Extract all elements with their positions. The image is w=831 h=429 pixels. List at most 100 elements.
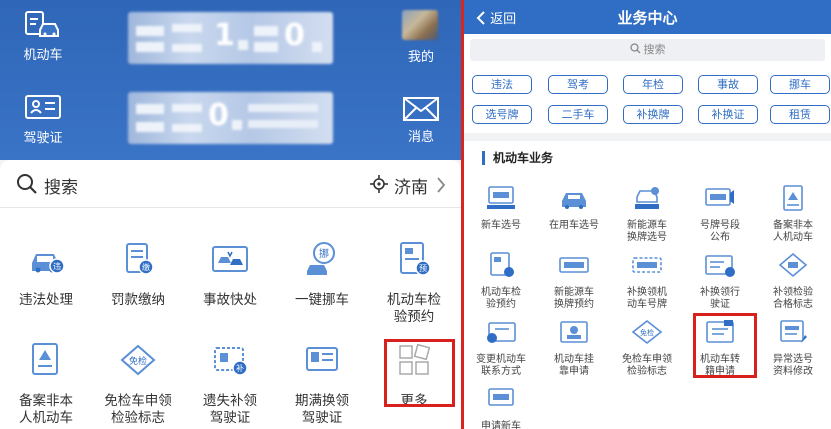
grid-item-replace-license[interactable]: 补 遗失补领 驾驶证 (184, 340, 276, 427)
highlight-box-more (384, 339, 455, 407)
tag-replace-plate[interactable]: 补换牌 (623, 105, 683, 124)
service-new-car-plate[interactable]: 新车选号 (464, 185, 538, 232)
grid-item-inspection[interactable]: 预 机动车检 验预约 (368, 239, 460, 326)
chevron-right-icon (437, 177, 446, 193)
exempt-mark-icon: 免检 (631, 319, 663, 345)
tag-violation[interactable]: 违法 (472, 75, 532, 94)
right-business-center-panel: 返回 业务中心 搜索 违法 驾考 年检 事故 挪车 选号牌 二手车 补换牌 补换… (464, 0, 831, 429)
city-selector[interactable]: 济南 (394, 173, 428, 198)
tag-replace-license[interactable]: 补换证 (698, 105, 758, 124)
search-placeholder: 搜索 (44, 178, 78, 198)
register-vehicle-icon (783, 185, 803, 211)
new-car-plate-icon (487, 186, 515, 209)
renew-license-icon (306, 347, 338, 371)
vehicle-tab-label: 机动车 (23, 48, 63, 63)
svg-text:免检: 免检 (640, 328, 654, 337)
service-label: 新车选号 (481, 220, 521, 231)
service-affiliation[interactable]: 机动车挂 靠申请 (537, 319, 611, 378)
fine-icon: 缴 (126, 243, 154, 275)
tag-accident[interactable]: 事故 (698, 75, 758, 94)
service-label: 免检车申领 检验标志 (622, 354, 672, 377)
tag-move-car[interactable]: 挪车 (770, 75, 830, 94)
replace-license-icon: 补 (214, 347, 248, 376)
abnormal-plate-fix-icon (780, 320, 807, 343)
search-icon (629, 43, 640, 54)
grid-item-accident[interactable]: 事故快处 (184, 239, 276, 309)
inspection-icon: 预 (400, 242, 431, 276)
used-car-icon (562, 193, 586, 209)
grid-item-violation[interactable]: 违 违法处理 (0, 239, 92, 309)
grid-item-label: 遗失补领 驾驶证 (203, 393, 257, 426)
grid-item-renew-license[interactable]: 期满换领 驾驶证 (276, 340, 368, 427)
service-label: 异常选号 资料修改 (773, 354, 813, 377)
service-inspection-mark[interactable]: 补领检验 合格标志 (756, 252, 830, 311)
grid-item-exempt[interactable]: 免检 免检车申领 检验标志 (92, 340, 184, 427)
service-plate-range[interactable]: 号牌号段 公布 (683, 185, 757, 244)
service-inspection-booking[interactable]: 机动车检 验预约 (464, 252, 538, 311)
grid-item-label: 机动车检 验预约 (387, 292, 441, 325)
vehicle-count-a: 1 (214, 18, 235, 53)
tag-used-car[interactable]: 二手车 (548, 105, 608, 124)
grid-item-label: 备案非本 人机动车 (19, 393, 73, 426)
svg-text:免检: 免检 (129, 355, 147, 367)
grid-item-move-car[interactable]: 挪 一键挪车 (276, 239, 368, 309)
service-change-contact[interactable]: 变更机动车 联系方式 (464, 319, 538, 378)
service-register-vehicle[interactable]: 备案非本 人机动车 (756, 185, 830, 244)
service-new-energy-plate[interactable]: 新能源车 换牌选号 (610, 185, 684, 244)
tag-annual-inspection[interactable]: 年检 (623, 75, 683, 94)
accident-icon (212, 246, 248, 272)
service-temp-plate[interactable]: 申请新车 临时号牌 (464, 386, 538, 429)
license-score: 0 (208, 98, 229, 133)
temp-plate-icon (488, 388, 514, 406)
message-tab[interactable]: 消息 (386, 96, 456, 145)
service-new-energy-booking[interactable]: 新能源车 换牌预约 (537, 252, 611, 311)
service-replace-driving-license[interactable]: 补换领行 驶证 (683, 252, 757, 311)
grid-item-register[interactable]: 备案非本 人机动车 (0, 340, 92, 427)
svg-text:挪: 挪 (319, 247, 329, 260)
id-card-icon (25, 95, 61, 119)
service-label: 补领检验 合格标志 (773, 287, 813, 310)
license-summary-blurred[interactable]: 0 (128, 92, 333, 144)
left-app-panel: 机动车 驾驶证 1 0 0 我的 消息 搜索 济南 违 违法处理 缴 罚款缴纳 … (0, 0, 461, 429)
avatar[interactable] (402, 10, 438, 40)
vehicle-tab[interactable]: 机动车 (8, 10, 78, 63)
grid-item-fine[interactable]: 缴 罚款缴纳 (92, 239, 184, 309)
message-tab-label: 消息 (407, 130, 434, 145)
vehicle-summary-blurred[interactable]: 1 0 (128, 12, 333, 64)
replace-plate-icon (632, 257, 662, 273)
grid-item-label: 一键挪车 (295, 292, 349, 308)
service-label: 号牌号段 公布 (700, 220, 740, 243)
inspection-booking-icon (490, 252, 514, 277)
svg-text:预: 预 (419, 263, 427, 273)
service-abnormal-plate-fix[interactable]: 异常选号 资料修改 (756, 319, 830, 378)
service-exempt-mark[interactable]: 免检 免检车申领 检验标志 (610, 319, 684, 378)
service-label: 机动车检 验预约 (481, 287, 521, 310)
service-label: 备案非本 人机动车 (773, 220, 813, 243)
header-bar: 返回 业务中心 (464, 0, 831, 34)
tag-rental[interactable]: 租赁 (770, 105, 830, 124)
service-used-car-plate[interactable]: 在用车选号 (537, 185, 611, 232)
screenshot-root: 机动车 驾驶证 1 0 0 我的 消息 搜索 济南 违 违法处理 缴 罚款缴纳 … (0, 0, 831, 429)
license-tab-label: 驾驶证 (23, 131, 63, 146)
search-icon (17, 174, 37, 194)
search-input[interactable]: 搜索 (470, 39, 825, 61)
mine-tab[interactable]: 我的 (386, 46, 456, 65)
exempt-icon: 免检 (120, 344, 156, 376)
grid-item-label: 免检车申领 检验标志 (104, 393, 172, 426)
grid-item-label: 事故快处 (203, 292, 257, 308)
mine-tab-label: 我的 (407, 50, 434, 65)
new-energy-car-icon (635, 187, 659, 209)
search-bar[interactable]: 搜索 济南 (0, 160, 461, 208)
page-title: 业务中心 (617, 9, 678, 27)
service-replace-plate[interactable]: 补换领机 动车号牌 (610, 252, 684, 311)
tag-driving-test[interactable]: 驾考 (548, 75, 608, 94)
tag-select-plate[interactable]: 选号牌 (472, 105, 532, 124)
affiliation-icon (560, 321, 588, 343)
service-label: 变更机动车 联系方式 (476, 354, 526, 377)
service-label: 在用车选号 (549, 220, 599, 231)
search-placeholder: 搜索 (643, 43, 666, 56)
vehicle-count-b: 0 (284, 18, 305, 53)
replace-driving-license-icon (705, 255, 735, 277)
license-tab[interactable]: 驾驶证 (8, 93, 78, 146)
service-label: 机动车挂 靠申请 (554, 354, 594, 377)
